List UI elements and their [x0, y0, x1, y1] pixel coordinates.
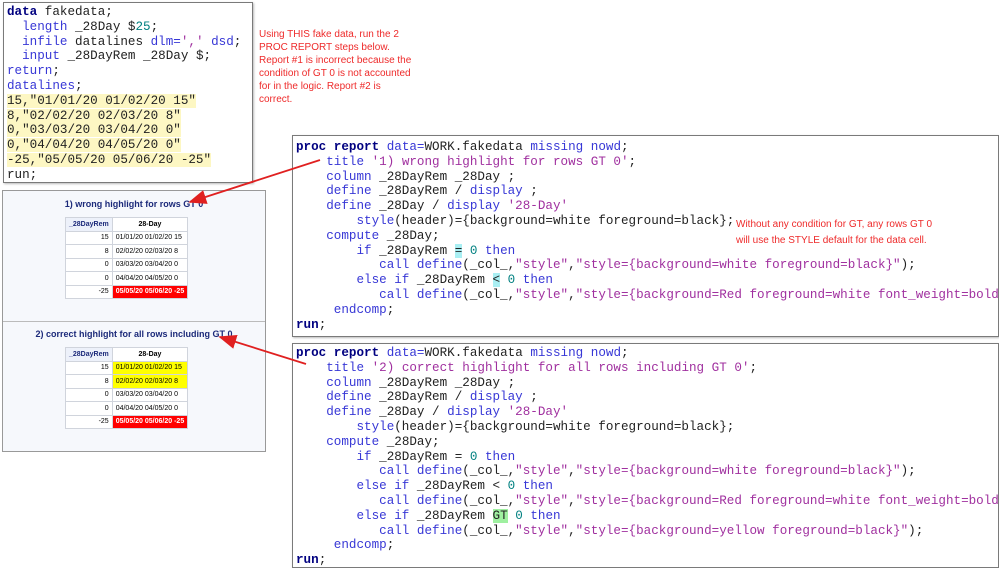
- annotation-arrows: [188, 159, 321, 365]
- arrow-to-report-1: [188, 159, 321, 204]
- arrow-to-report-2: [218, 334, 307, 365]
